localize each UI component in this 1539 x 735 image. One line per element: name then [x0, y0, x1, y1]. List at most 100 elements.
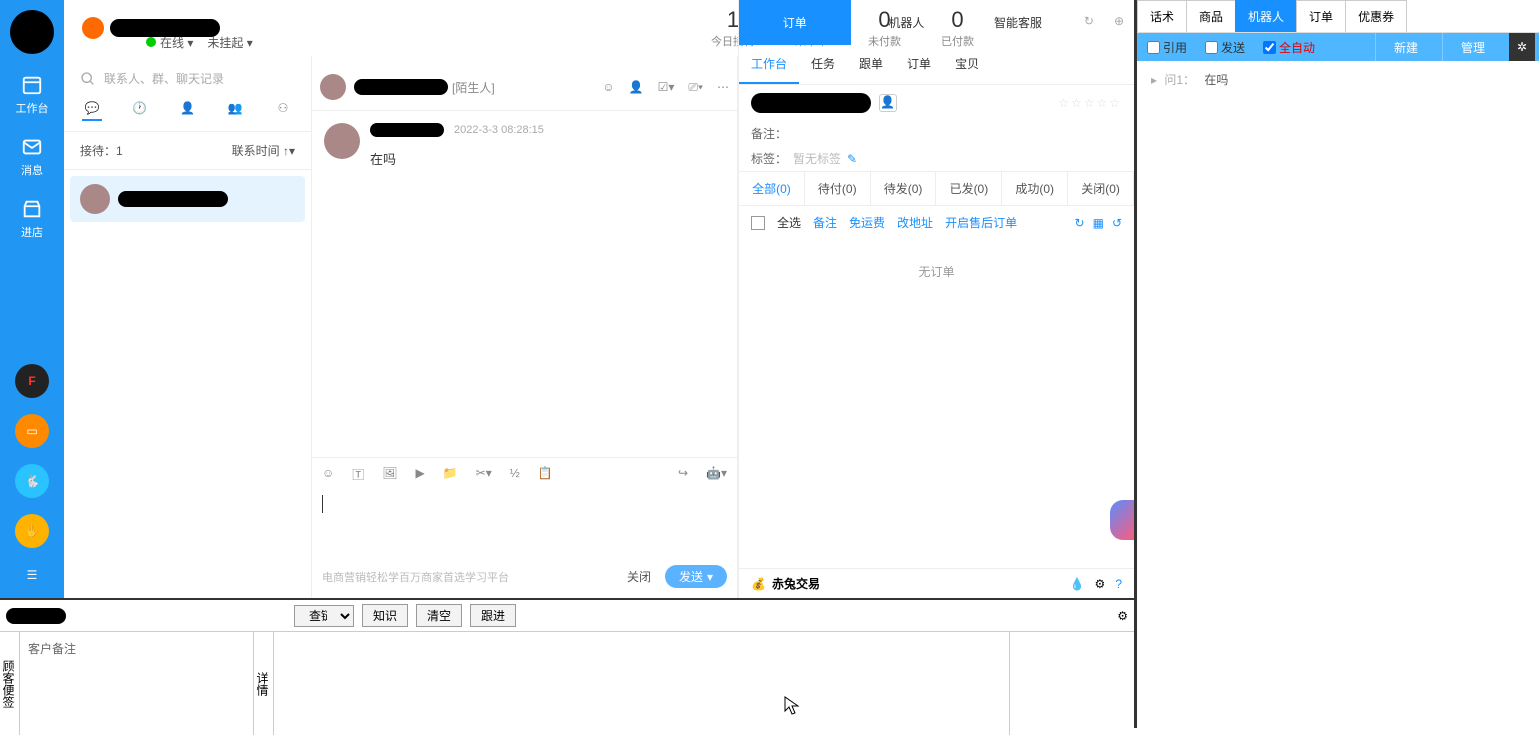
- nav-shop[interactable]: 进店: [0, 198, 64, 240]
- chk-quote[interactable]: 引用: [1141, 39, 1193, 56]
- nav-workbench[interactable]: 工作台: [0, 74, 64, 116]
- tab-orders[interactable]: 订单: [739, 0, 851, 45]
- app-shortcut-1[interactable]: F: [15, 364, 49, 398]
- online-status[interactable]: 在线 ▾: [146, 34, 193, 51]
- chat-name-redacted: [354, 79, 448, 95]
- tab-robot[interactable]: 机器人: [851, 0, 963, 45]
- customer-notes-tab[interactable]: 顾客便签: [0, 632, 20, 735]
- search-input[interactable]: 联系人、群、聊天记录: [64, 56, 311, 101]
- details-area: [274, 632, 1010, 735]
- app-shortcut-4[interactable]: ✋: [15, 514, 49, 548]
- sort-dropdown[interactable]: 联系时间 ↑▾: [232, 142, 295, 159]
- status-closed[interactable]: 关闭(0): [1068, 172, 1134, 205]
- filter-group-icon[interactable]: 👥: [225, 101, 245, 121]
- settings-icon[interactable]: ⚙: [1117, 609, 1128, 623]
- history-icon[interactable]: ↺: [1112, 216, 1122, 230]
- subtab-item[interactable]: 宝贝: [943, 45, 991, 84]
- robot-icon[interactable]: 🤖▾: [706, 466, 727, 483]
- subtab-order[interactable]: 订单: [895, 45, 943, 84]
- rtab-coupon[interactable]: 优惠券: [1345, 0, 1407, 32]
- filter-chat-icon[interactable]: 💬: [82, 101, 102, 121]
- menu-icon[interactable]: ☰: [27, 568, 38, 582]
- action-aftersale[interactable]: 开启售后订单: [945, 214, 1017, 231]
- status-done[interactable]: 成功(0): [1002, 172, 1068, 205]
- conversation-item[interactable]: [70, 176, 305, 222]
- clear-button[interactable]: 清空: [416, 604, 462, 627]
- shop-icon: [21, 198, 43, 220]
- chat-profile-icon[interactable]: 👤: [629, 80, 644, 95]
- emoji-icon[interactable]: ☺: [322, 466, 334, 483]
- follow-button[interactable]: 跟进: [470, 604, 516, 627]
- app-shortcut-2[interactable]: ▭: [15, 414, 49, 448]
- question-item[interactable]: ▸ 问1： 在吗: [1137, 61, 1539, 98]
- search-placeholder: 联系人、群、聊天记录: [104, 70, 224, 87]
- knowledge-button[interactable]: 知识: [362, 604, 408, 627]
- float-button[interactable]: [1110, 500, 1136, 540]
- status-unship[interactable]: 待发(0): [871, 172, 937, 205]
- percent-icon[interactable]: ½: [510, 466, 520, 483]
- text-icon[interactable]: 🅃: [352, 466, 364, 483]
- send-button[interactable]: 发送▾: [665, 565, 727, 588]
- chat-more-icon[interactable]: ⋯: [717, 80, 729, 95]
- file-icon[interactable]: 📁: [443, 466, 458, 483]
- transfer-icon[interactable]: ↪: [678, 466, 688, 483]
- orders-panel: 订单 机器人 智能客服 ↻ ⊕ 工作台 任务 跟单 订单 宝贝 👤 ☆☆☆☆☆ …: [738, 0, 1134, 598]
- help-icon[interactable]: ?: [1115, 577, 1122, 591]
- filter-person-icon[interactable]: 👤: [178, 101, 198, 121]
- gear-icon[interactable]: ⚙: [1095, 577, 1106, 591]
- right-gear-icon[interactable]: ✲: [1509, 33, 1535, 61]
- image-icon[interactable]: 🖼: [382, 466, 397, 483]
- rtab-script[interactable]: 话术: [1137, 0, 1187, 32]
- action-freeship[interactable]: 免运费: [849, 214, 885, 231]
- drop-icon[interactable]: 💧: [1070, 577, 1085, 591]
- refresh2-icon[interactable]: ↻: [1075, 216, 1085, 230]
- message-input[interactable]: [312, 491, 737, 561]
- manage-button[interactable]: 管理: [1442, 33, 1503, 61]
- edit-icon[interactable]: ✎: [847, 152, 857, 166]
- chat-video-icon[interactable]: ⎚▾: [688, 80, 703, 95]
- status-unpaid[interactable]: 待付(0): [805, 172, 871, 205]
- tag-field[interactable]: 标签：暂无标签 ✎: [739, 146, 1134, 171]
- bottom-user-redacted: [6, 608, 66, 624]
- app-shortcut-3[interactable]: 🐇: [15, 464, 49, 498]
- action-remark[interactable]: 备注: [813, 214, 837, 231]
- refresh-icon[interactable]: ↻: [1074, 0, 1104, 45]
- status-all[interactable]: 全部(0): [739, 172, 805, 205]
- lookup-select[interactable]: 查链: [294, 605, 354, 627]
- rtab-product[interactable]: 商品: [1186, 0, 1236, 32]
- select-all-checkbox[interactable]: [751, 216, 765, 230]
- new-button[interactable]: 新建: [1375, 33, 1436, 61]
- chk-auto[interactable]: 全自动: [1257, 39, 1321, 56]
- chat-panel: [陌生人] ☺ 👤 ☑▾ ⎚▾ ⋯ 2022-3-3 08:28:15 在吗 ☺…: [312, 56, 738, 598]
- message-list: 2022-3-3 08:28:15 在吗: [312, 111, 737, 457]
- subtab-workbench[interactable]: 工作台: [739, 45, 799, 84]
- close-button[interactable]: 关闭: [627, 568, 651, 585]
- chat-check-icon[interactable]: ☑▾: [658, 80, 675, 95]
- video-play-icon[interactable]: ▶: [416, 466, 425, 483]
- message-item: 2022-3-3 08:28:15 在吗: [324, 123, 725, 168]
- hang-status[interactable]: 未挂起 ▾: [207, 34, 252, 51]
- cut-icon[interactable]: ✂▾: [476, 466, 492, 483]
- msg-text: 在吗: [370, 149, 544, 168]
- user-mood-icon: [82, 17, 104, 39]
- filter-clock-icon[interactable]: 🕐: [130, 101, 150, 121]
- subtab-task[interactable]: 任务: [799, 45, 847, 84]
- status-shipped[interactable]: 已发(0): [936, 172, 1002, 205]
- contact-name-redacted: [118, 191, 228, 207]
- action-addr[interactable]: 改地址: [897, 214, 933, 231]
- chat-action-icon[interactable]: ☺: [602, 80, 614, 95]
- chk-send[interactable]: 发送: [1199, 39, 1251, 56]
- details-tab[interactable]: 详情: [254, 632, 274, 735]
- contact-avatar: [80, 184, 110, 214]
- subtab-follow[interactable]: 跟单: [847, 45, 895, 84]
- add-icon[interactable]: ⊕: [1104, 0, 1134, 45]
- grid-icon[interactable]: ▦: [1093, 216, 1104, 230]
- self-avatar[interactable]: [10, 10, 54, 54]
- tab-smart[interactable]: 智能客服: [962, 0, 1074, 45]
- nav-messages[interactable]: 消息: [0, 136, 64, 178]
- rtab-order[interactable]: 订单: [1296, 0, 1346, 32]
- filter-org-icon[interactable]: ⚇: [273, 101, 293, 121]
- remark-field[interactable]: 备注：: [739, 121, 1134, 146]
- clipboard-icon[interactable]: 📋: [538, 466, 553, 483]
- rtab-robot[interactable]: 机器人: [1235, 0, 1297, 32]
